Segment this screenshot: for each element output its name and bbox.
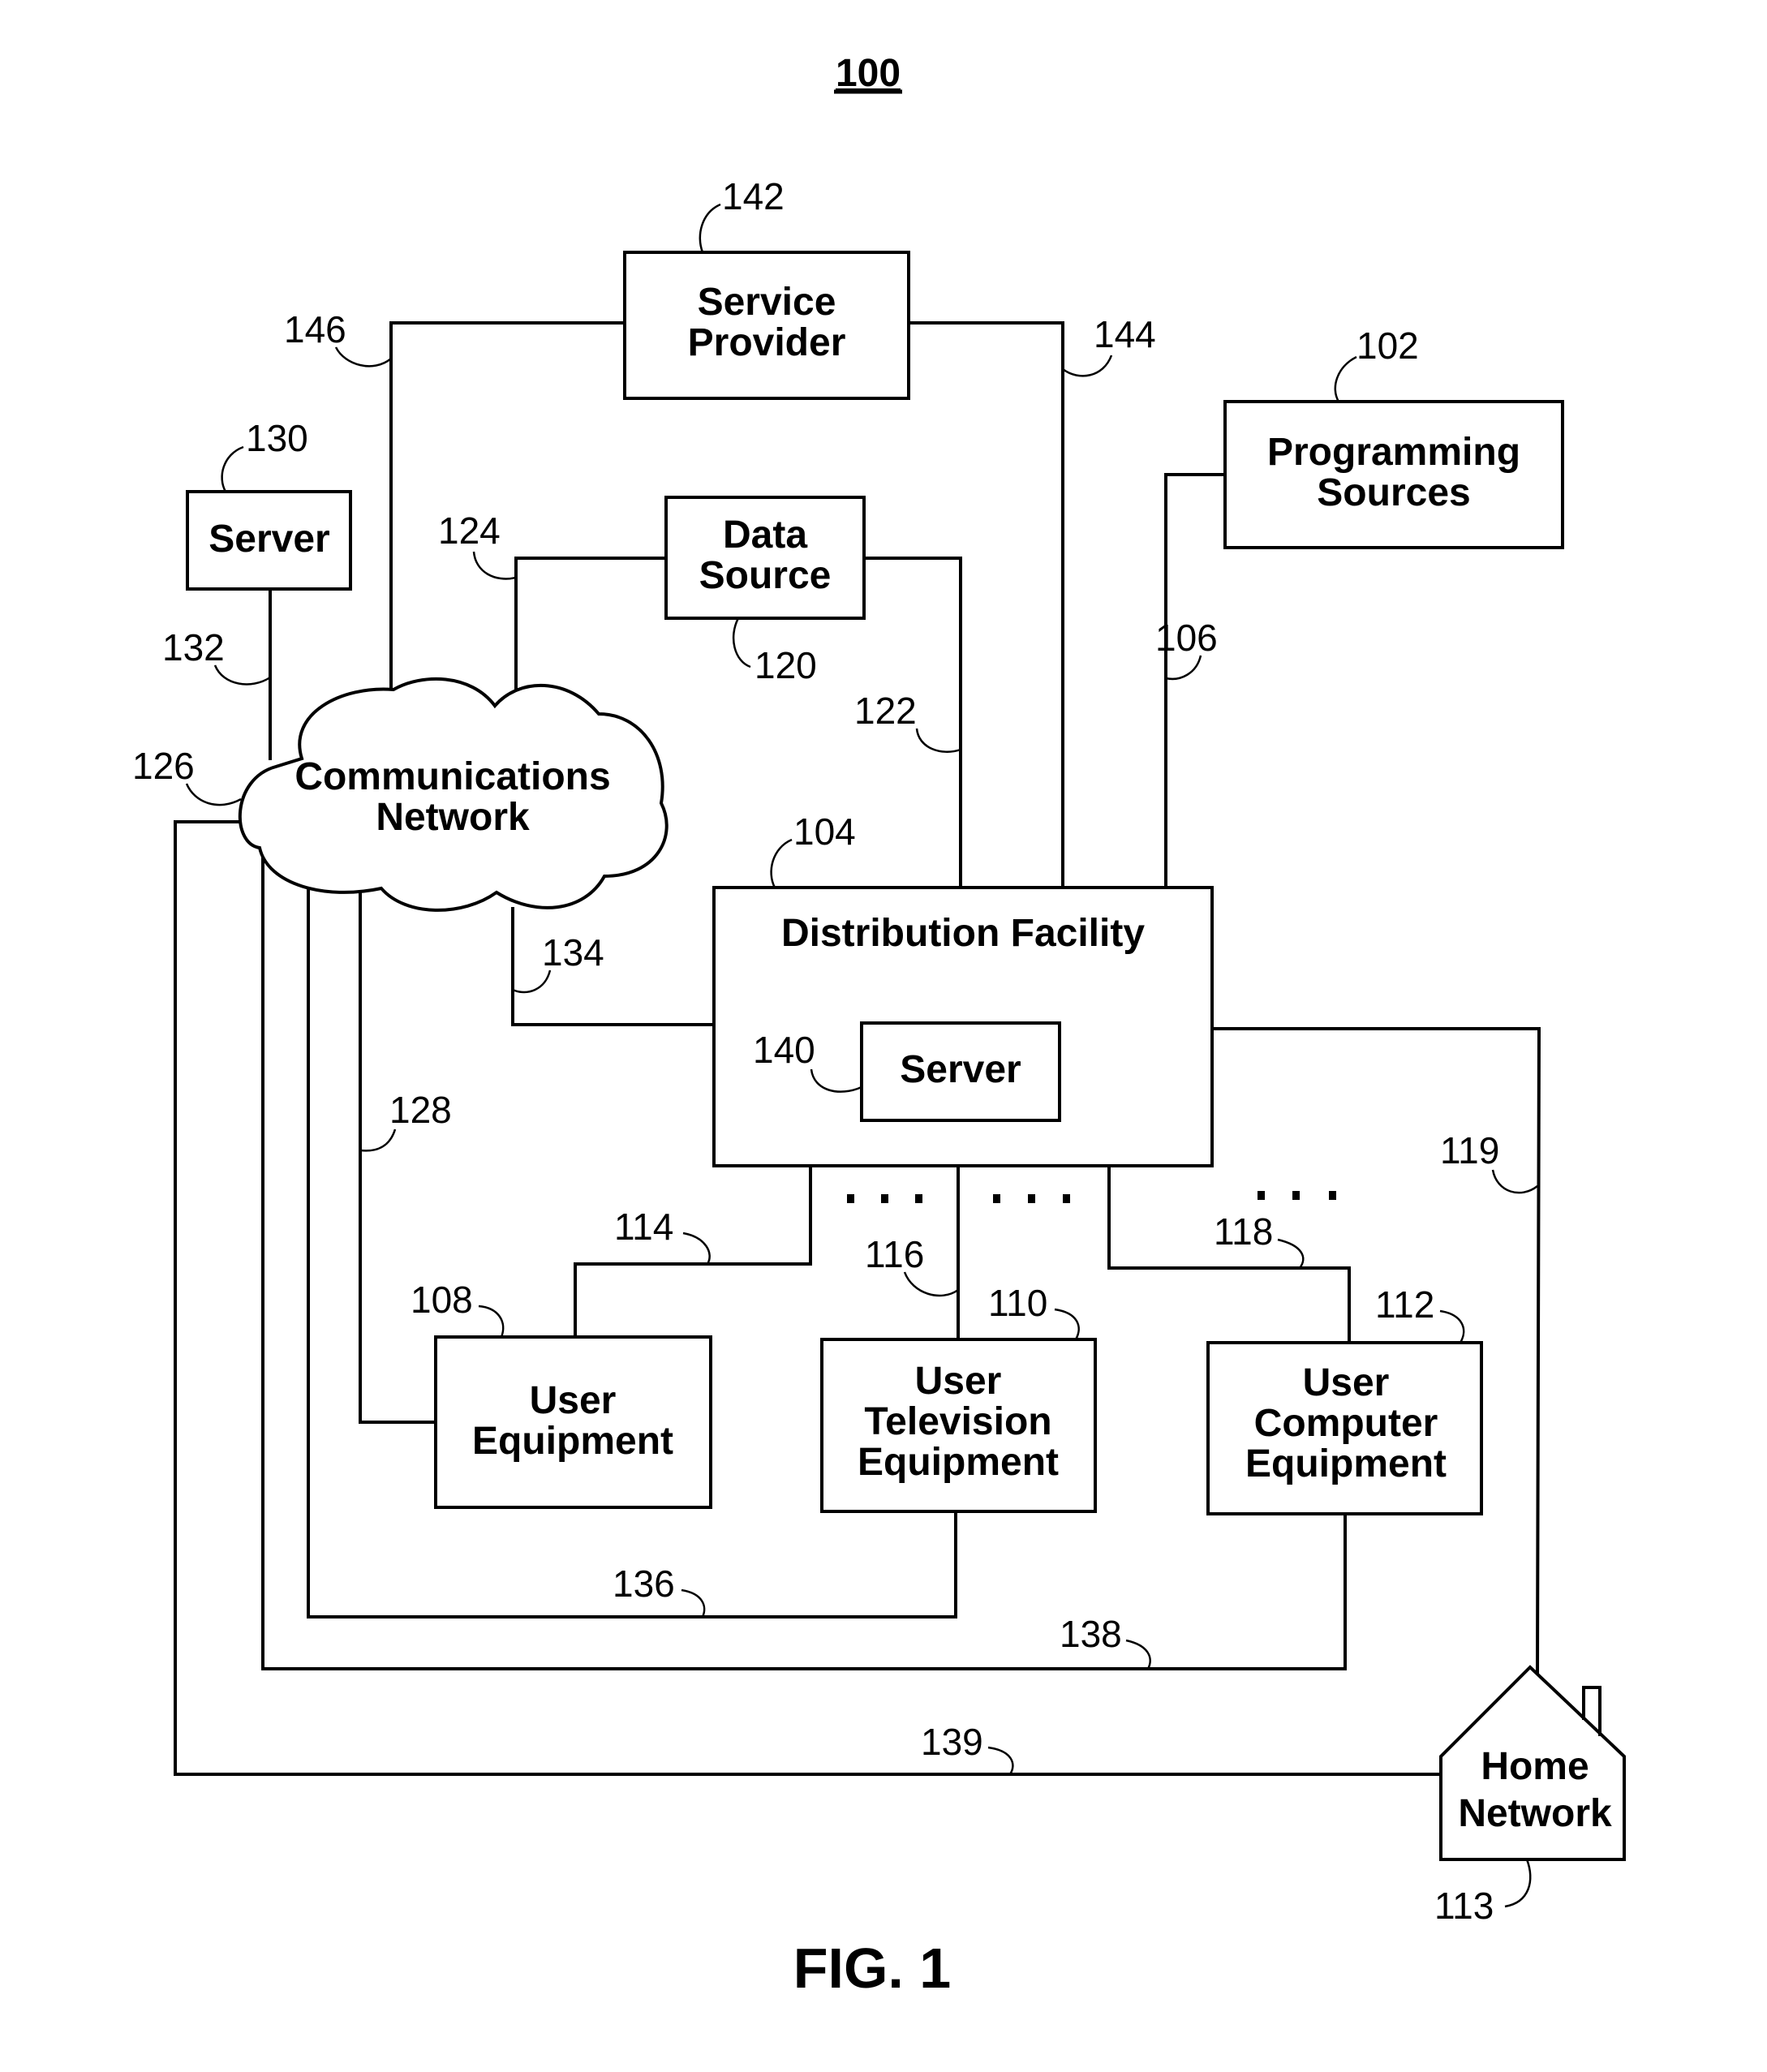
ref-134: 134 <box>542 931 604 974</box>
ref-108: 108 <box>411 1279 473 1321</box>
communications-network-label-2: Network <box>376 796 530 839</box>
ref-144: 144 <box>1094 313 1156 355</box>
ref-114: 114 <box>614 1206 673 1248</box>
service-provider-label-2: Provider <box>688 321 846 364</box>
ref-122: 122 <box>854 690 917 732</box>
distribution-facility-node: Distribution Facility Server <box>712 886 1214 1167</box>
ref-120: 120 <box>755 644 817 686</box>
user-television-equipment-label-3: Equipment <box>858 1441 1059 1484</box>
communications-network-node: Communications Network <box>238 677 669 912</box>
ref-110: 110 <box>988 1282 1047 1324</box>
user-equipment-node: User Equipment <box>434 1335 712 1509</box>
ref-104: 104 <box>793 810 856 853</box>
data-source-label-2: Source <box>699 554 832 597</box>
figure-caption: FIG. 1 <box>793 1937 951 2000</box>
link-106 <box>1164 473 1227 889</box>
ref-130: 130 <box>246 417 308 459</box>
ref-113: 113 <box>1434 1885 1494 1927</box>
figure-number: 100 <box>836 52 901 95</box>
user-computer-equipment-label-3: Equipment <box>1245 1442 1447 1485</box>
user-computer-equipment-label-1: User <box>1303 1361 1390 1404</box>
user-television-equipment-label-2: Television <box>864 1400 1051 1443</box>
service-provider-label-1: Service <box>698 281 836 324</box>
programming-sources-label-2: Sources <box>1317 471 1470 514</box>
link-146 <box>389 321 626 693</box>
ref-118: 118 <box>1214 1210 1273 1253</box>
home-network-node: Home Network <box>1439 1665 1626 1861</box>
link-144 <box>907 321 1064 889</box>
user-equipment-label-1: User <box>530 1379 617 1422</box>
data-source-label-1: Data <box>723 514 807 557</box>
link-124 <box>514 557 668 693</box>
server-140-node: Server <box>860 1021 1061 1122</box>
ref-102: 102 <box>1356 325 1419 367</box>
data-source-node: Data Source <box>664 496 866 620</box>
ref-126: 126 <box>132 745 195 787</box>
ref-140: 140 <box>753 1029 815 1071</box>
ref-146: 146 <box>284 308 346 350</box>
user-television-equipment-node: User Television Equipment <box>820 1338 1097 1513</box>
ref-139: 139 <box>921 1721 983 1763</box>
home-network-label-1: Home <box>1481 1745 1589 1788</box>
home-network-label-2: Network <box>1458 1792 1612 1835</box>
ref-116: 116 <box>865 1233 924 1275</box>
server-130-label: Server <box>209 518 329 561</box>
ref-138: 138 <box>1060 1613 1122 1655</box>
ref-132: 132 <box>162 626 225 668</box>
user-television-equipment-label-1: User <box>915 1360 1002 1403</box>
link-128 <box>359 887 437 1424</box>
user-computer-equipment-node: User Computer Equipment <box>1206 1341 1483 1515</box>
server-140-label: Server <box>900 1048 1021 1091</box>
user-computer-equipment-label-2: Computer <box>1254 1402 1438 1445</box>
programming-sources-node: Programming Sources <box>1223 400 1564 549</box>
service-provider-node: Service Provider <box>623 251 910 400</box>
ellipsis-dots <box>847 1191 1336 1203</box>
ref-106: 106 <box>1155 617 1218 659</box>
link-114 <box>574 1164 812 1339</box>
distribution-facility-label: Distribution Facility <box>781 912 1145 955</box>
ref-119: 119 <box>1440 1129 1499 1171</box>
user-equipment-label-2: Equipment <box>472 1420 673 1463</box>
ref-112: 112 <box>1375 1283 1434 1326</box>
ref-136: 136 <box>613 1563 675 1605</box>
ref-128: 128 <box>389 1089 452 1131</box>
ref-142: 142 <box>722 175 785 217</box>
system-diagram: 100 Service Provider Programming Sources… <box>132 52 1626 2000</box>
server-130-node: Server <box>186 490 352 591</box>
communications-network-label-1: Communications <box>294 755 610 798</box>
link-118 <box>1107 1164 1351 1343</box>
ref-124: 124 <box>438 509 501 552</box>
programming-sources-label-1: Programming <box>1267 431 1520 474</box>
